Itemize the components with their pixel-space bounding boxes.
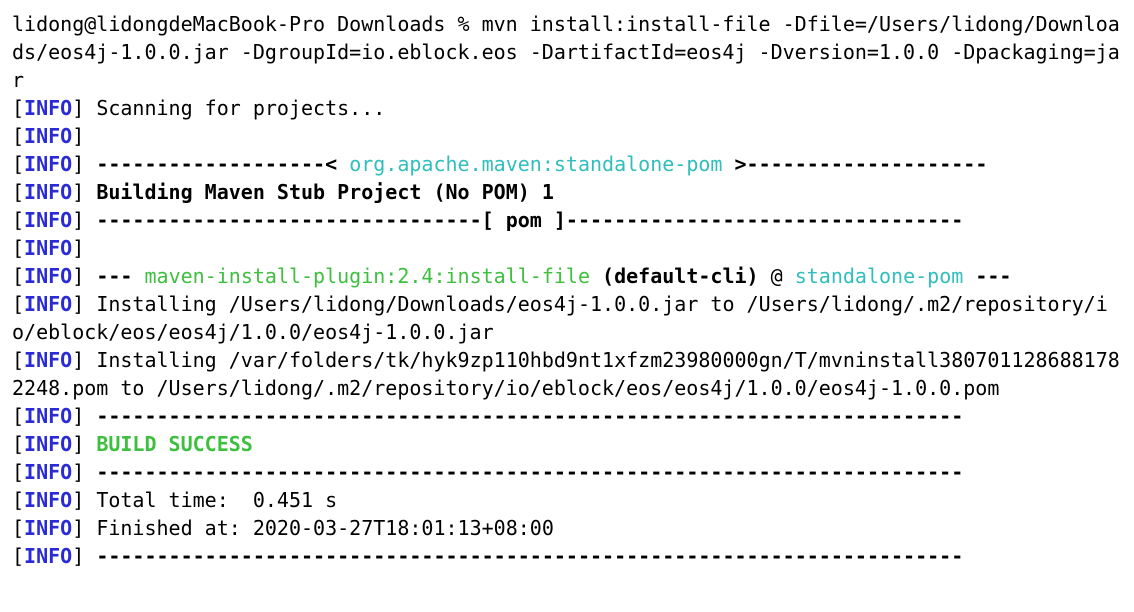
hdr2: --------------------------------[ pom ]-…: [96, 208, 963, 232]
info-tag: INFO: [24, 180, 72, 204]
msg-scanning: Scanning for projects...: [96, 96, 385, 120]
info-tag: INFO: [24, 432, 72, 456]
plugin-id: maven-install-plugin:2.4:install-file: [144, 264, 590, 288]
info-tag: INFO: [24, 152, 72, 176]
command-line: lidong@lidongdeMacBook-Pro Downloads % m…: [12, 12, 1120, 92]
msg-install2: Installing /var/folders/tk/hyk9zp110hbd9…: [12, 348, 1120, 400]
info-tag: INFO: [24, 292, 72, 316]
plugin-post: ---: [963, 264, 1011, 288]
info-tag: INFO: [24, 404, 72, 428]
plugin-at: @: [759, 264, 795, 288]
info-tag: INFO: [24, 124, 72, 148]
terminal-output: lidong@lidongdeMacBook-Pro Downloads % m…: [0, 0, 1134, 580]
info-tag: INFO: [24, 208, 72, 232]
hdr1-artifact: org.apache.maven:standalone-pom: [349, 152, 722, 176]
info-tag: INFO: [24, 264, 72, 288]
plugin-project: standalone-pom: [795, 264, 964, 288]
rule: ----------------------------------------…: [96, 404, 963, 428]
info-tag: INFO: [24, 488, 72, 512]
rule: ----------------------------------------…: [96, 460, 963, 484]
hdr-build: Building Maven Stub Project (No POM) 1: [96, 180, 554, 204]
info-tag: INFO: [24, 348, 72, 372]
info-tag: INFO: [24, 516, 72, 540]
info-tag: INFO: [24, 236, 72, 260]
info-tag: INFO: [24, 460, 72, 484]
hdr1-left: -------------------<: [96, 152, 349, 176]
build-success: BUILD SUCCESS: [96, 432, 253, 456]
hdr1-right: >--------------------: [722, 152, 987, 176]
plugin-prefix: ---: [96, 264, 144, 288]
info-tag: INFO: [24, 544, 72, 568]
msg-install1: Installing /Users/lidong/Downloads/eos4j…: [12, 292, 1108, 344]
total-time: Total time: 0.451 s: [96, 488, 337, 512]
finished-at: Finished at: 2020-03-27T18:01:13+08:00: [96, 516, 554, 540]
rule: ----------------------------------------…: [96, 544, 963, 568]
plugin-mid: (default-cli): [590, 264, 759, 288]
info-tag: INFO: [24, 96, 72, 120]
